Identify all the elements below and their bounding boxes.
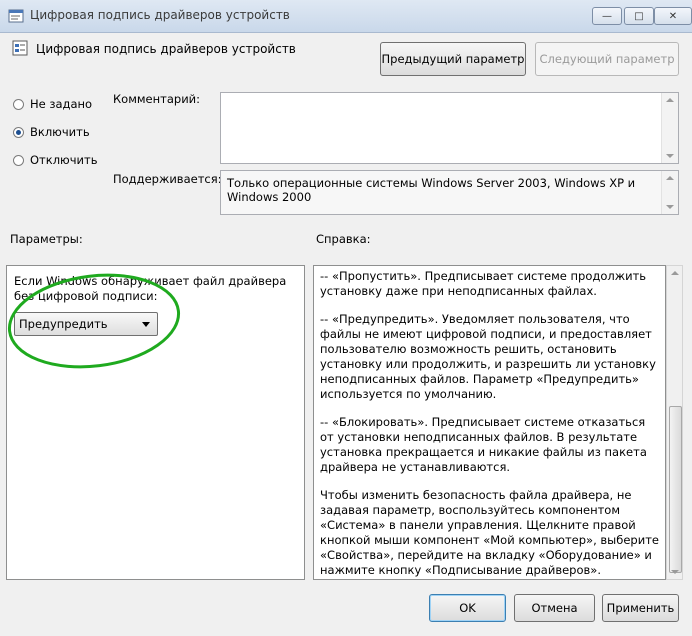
radio-not-configured[interactable]: Не задано bbox=[13, 97, 92, 111]
policy-setting-icon bbox=[12, 40, 28, 56]
highlight-circle-annotation bbox=[7, 273, 181, 369]
minimize-icon: — bbox=[602, 10, 612, 22]
policy-title: Цифровая подпись драйверов устройств bbox=[36, 42, 296, 56]
scroll-down-icon[interactable] bbox=[666, 154, 674, 158]
cancel-button[interactable]: Отмена bbox=[514, 594, 595, 622]
apply-button[interactable]: Применить bbox=[602, 594, 679, 622]
policy-window-icon bbox=[8, 9, 24, 23]
minimize-button[interactable]: — bbox=[592, 7, 622, 25]
help-paragraph: -- «Пропустить». Предписывает системе пр… bbox=[320, 269, 647, 298]
radio-disabled[interactable]: Отключить bbox=[13, 153, 97, 167]
help-section-label: Справка: bbox=[316, 232, 371, 246]
radio-circle[interactable] bbox=[13, 98, 24, 110]
scroll-down-icon[interactable] bbox=[666, 205, 674, 209]
help-paragraph: -- «Блокировать». Предписывает системе о… bbox=[320, 415, 647, 474]
title-bar: Цифровая подпись драйверов устройств — □… bbox=[0, 0, 692, 33]
close-button[interactable]: ✕ bbox=[654, 7, 692, 25]
comment-textarea[interactable] bbox=[220, 92, 679, 164]
next-setting-button[interactable]: Следующий параметр bbox=[535, 42, 679, 76]
scrollbar-thumb[interactable] bbox=[669, 406, 682, 573]
radio-label: Отключить bbox=[30, 153, 98, 167]
help-paragraph: -- «Предупредить». Уведомляет пользовате… bbox=[320, 312, 656, 401]
parameters-section-label: Параметры: bbox=[10, 232, 83, 246]
close-icon: ✕ bbox=[668, 10, 678, 22]
previous-setting-button[interactable]: Предыдущий параметр bbox=[380, 42, 526, 76]
radio-circle[interactable] bbox=[13, 126, 24, 138]
scroll-up-icon[interactable] bbox=[666, 176, 674, 180]
help-paragraph: Чтобы изменить безопасность файла драйве… bbox=[320, 488, 659, 577]
comment-scrollbar[interactable] bbox=[661, 93, 678, 163]
supported-value: Только операционные системы Windows Serv… bbox=[227, 176, 636, 204]
supported-scrollbar[interactable] bbox=[661, 171, 678, 214]
comment-value[interactable] bbox=[221, 93, 678, 99]
supported-label: Поддерживается: bbox=[113, 172, 222, 186]
supported-textbox[interactable]: Только операционные системы Windows Serv… bbox=[220, 170, 679, 215]
help-panel: -- «Пропустить». Предписывает системе пр… bbox=[313, 265, 666, 580]
maximize-icon: □ bbox=[634, 10, 644, 22]
comment-label: Комментарий: bbox=[113, 92, 201, 106]
scroll-up-icon[interactable] bbox=[671, 271, 679, 275]
scroll-down-icon[interactable] bbox=[671, 570, 679, 574]
window-title: Цифровая подпись драйверов устройств bbox=[30, 8, 290, 22]
maximize-button[interactable]: □ bbox=[624, 7, 654, 25]
radio-label: Не задано bbox=[30, 97, 93, 111]
help-text: -- «Пропустить». Предписывает системе пр… bbox=[314, 266, 665, 578]
radio-enabled[interactable]: Включить bbox=[13, 125, 90, 139]
help-scrollbar[interactable] bbox=[666, 265, 683, 580]
radio-label: Включить bbox=[30, 125, 90, 139]
ok-button[interactable]: OK bbox=[429, 594, 506, 622]
scroll-up-icon[interactable] bbox=[666, 98, 674, 102]
radio-circle[interactable] bbox=[13, 154, 24, 166]
